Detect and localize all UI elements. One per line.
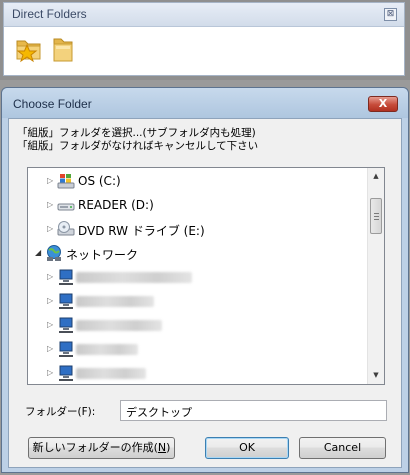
obscured-label	[76, 320, 162, 331]
scroll-up-icon[interactable]: ▲	[368, 168, 384, 185]
scroll-down-icon[interactable]: ▼	[368, 367, 384, 384]
tree-vertical-scrollbar[interactable]: ▲ ▼	[367, 168, 384, 384]
drive-icon	[57, 203, 75, 211]
folder-icon[interactable]	[48, 34, 78, 64]
cancel-button[interactable]: Cancel	[299, 437, 386, 459]
tree-item-network-computer[interactable]: ▷	[28, 266, 368, 290]
folder-label: フォルダー(F):	[25, 406, 96, 418]
ok-button[interactable]: OK	[205, 437, 289, 459]
tree-item-reader-d[interactable]: ▷ READER (D:)	[28, 194, 368, 218]
tree-item-label: READER (D:)	[78, 198, 154, 212]
instruction-line-2: 「組版」フォルダがなければキャンセルして下さい	[17, 140, 259, 152]
scrollbar-thumb[interactable]	[370, 198, 382, 234]
grip-line	[374, 219, 379, 220]
network-computer-icon	[59, 365, 73, 381]
new-folder-button-suffix: )	[166, 441, 171, 454]
dvd-drive-icon	[57, 221, 75, 236]
network-icon	[47, 245, 61, 261]
expand-arrow-icon[interactable]: ▷	[47, 344, 53, 353]
obscured-label	[76, 296, 154, 307]
grip-line	[374, 216, 379, 217]
dialog-close-button[interactable]: X	[368, 96, 398, 112]
tree-item-dvd-e[interactable]: ▷ DVD RW ドライブ (E:)	[28, 218, 368, 242]
folder-name-field[interactable]: デスクトップ	[120, 400, 387, 421]
obscured-label	[76, 272, 192, 283]
favorite-folder-icon[interactable]	[14, 34, 44, 64]
network-computer-icon	[59, 317, 73, 333]
tree-item-os-c[interactable]: ▷ OS (C:)	[28, 170, 368, 194]
dialog-title: Choose Folder	[13, 97, 92, 111]
grip-line	[374, 213, 379, 214]
obscured-label	[76, 368, 146, 379]
expand-arrow-icon[interactable]: ▷	[47, 320, 53, 329]
collapse-arrow-icon[interactable]: ◢	[35, 248, 41, 257]
expand-arrow-icon[interactable]: ▷	[47, 272, 53, 281]
direct-folders-close-button[interactable]: ⊠	[384, 8, 397, 21]
windows-drive-icon	[57, 174, 75, 189]
folder-tree[interactable]: ▷ OS (C:) ▷ READER (D:) ▷ DVD RW ドライブ (E…	[27, 167, 385, 385]
direct-folders-titlebar: Direct Folders ⊠	[4, 3, 404, 27]
tree-item-label: OS (C:)	[78, 174, 121, 188]
tree-item-label: DVD RW ドライブ (E:)	[78, 224, 205, 238]
expand-arrow-icon[interactable]: ▷	[47, 200, 53, 209]
network-computer-icon	[59, 269, 73, 285]
direct-folders-panel: Direct Folders ⊠	[0, 0, 410, 80]
direct-folders-window: Direct Folders ⊠	[3, 2, 405, 76]
direct-folders-title: Direct Folders	[12, 7, 87, 21]
tree-item-network-computer[interactable]: ▷	[28, 314, 368, 338]
new-folder-accelerator: N	[157, 441, 167, 454]
tree-item-network-computer[interactable]: ▷	[28, 338, 368, 362]
expand-arrow-icon[interactable]: ▷	[47, 224, 53, 233]
obscured-label	[76, 344, 138, 355]
tree-item-network-computer[interactable]: ▷	[28, 290, 368, 314]
new-folder-button-label: 新しいフォルダーの作成(	[32, 441, 158, 454]
dialog-titlebar: Choose Folder X	[2, 88, 408, 118]
new-folder-button[interactable]: 新しいフォルダーの作成(N)	[28, 437, 175, 459]
tree-item-label: ネットワーク	[66, 248, 139, 262]
expand-arrow-icon[interactable]: ▷	[47, 176, 53, 185]
network-computer-icon	[59, 341, 73, 357]
network-computer-icon	[59, 293, 73, 309]
tree-item-network[interactable]: ◢ ネットワーク	[28, 242, 368, 266]
expand-arrow-icon[interactable]: ▷	[47, 296, 53, 305]
tree-item-network-computer[interactable]: ▷	[28, 362, 368, 384]
expand-arrow-icon[interactable]: ▷	[47, 368, 53, 377]
